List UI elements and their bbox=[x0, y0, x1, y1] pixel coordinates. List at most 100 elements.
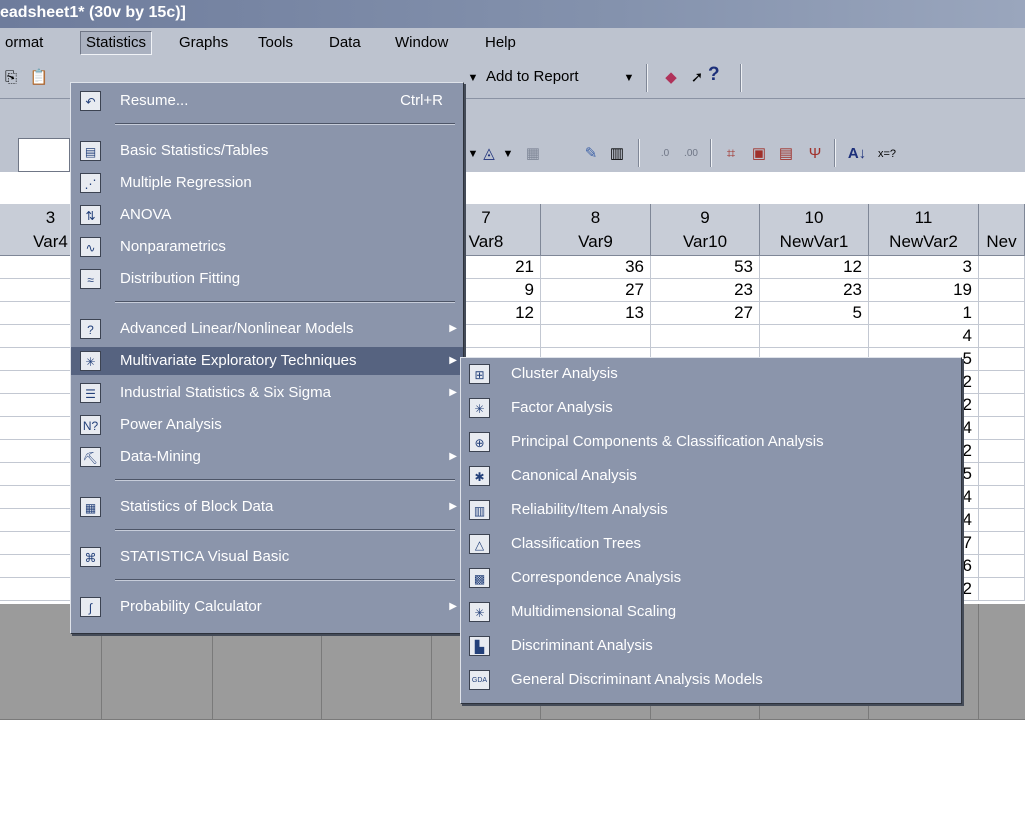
menu-item-data-mining[interactable]: ⛏ Data-Mining ▶ bbox=[71, 443, 463, 471]
menu-graphs[interactable]: Graphs bbox=[174, 32, 233, 54]
column-header[interactable]: Nev bbox=[979, 204, 1025, 256]
column-header[interactable]: 9 Var10 bbox=[651, 204, 760, 256]
add-to-report-dropdown-icon[interactable]: ▼ bbox=[618, 67, 640, 89]
menu-item-multidimensional-scaling[interactable]: ✳ Multidimensional Scaling bbox=[461, 598, 961, 626]
probability-calculator-icon: ∫ bbox=[80, 597, 101, 617]
menu-item-nonparametrics[interactable]: ∿ Nonparametrics bbox=[71, 233, 463, 261]
menu-item-label: Industrial Statistics & Six Sigma bbox=[120, 384, 331, 401]
menu-divider bbox=[115, 301, 455, 303]
menu-item-classification-trees[interactable]: △ Classification Trees bbox=[461, 530, 961, 558]
menu-item-visual-basic[interactable]: ⌘ STATISTICA Visual Basic bbox=[71, 543, 463, 571]
menu-item-distribution-fitting[interactable]: ≈ Distribution Fitting bbox=[71, 265, 463, 293]
table-cell[interactable] bbox=[979, 256, 1025, 279]
column-header[interactable]: 8 Var9 bbox=[541, 204, 651, 256]
cases-icon[interactable]: ▣ bbox=[748, 143, 770, 165]
table-cell[interactable] bbox=[979, 486, 1025, 509]
data-mining-icon: ⛏ bbox=[80, 447, 101, 467]
table-cell[interactable] bbox=[979, 555, 1025, 578]
table-cell[interactable] bbox=[979, 509, 1025, 532]
variable-expression-icon[interactable]: x=? bbox=[876, 143, 898, 165]
variable-specs-icon[interactable]: ▤ bbox=[775, 143, 797, 165]
table-cell[interactable] bbox=[979, 302, 1025, 325]
table-cell[interactable] bbox=[979, 532, 1025, 555]
dropdown-arrow-icon[interactable]: ▼ bbox=[462, 67, 484, 89]
menu-item-advanced-models[interactable]: ? Advanced Linear/Nonlinear Models ▶ bbox=[71, 315, 463, 343]
menu-item-basic-statistics[interactable]: ▤ Basic Statistics/Tables bbox=[71, 137, 463, 165]
menu-item-reliability[interactable]: ▥ Reliability/Item Analysis bbox=[461, 496, 961, 524]
menu-item-anova[interactable]: ⇅ ANOVA bbox=[71, 201, 463, 229]
menu-item-label: Power Analysis bbox=[120, 416, 222, 433]
add-to-report-button[interactable]: Add to Report bbox=[486, 68, 579, 85]
table-cell[interactable] bbox=[979, 463, 1025, 486]
table-cell[interactable]: 4 bbox=[869, 325, 979, 348]
reliability-icon: ▥ bbox=[469, 500, 490, 520]
table-cell[interactable]: 23 bbox=[760, 279, 869, 302]
table-cell[interactable] bbox=[760, 325, 869, 348]
table-cell[interactable] bbox=[651, 325, 760, 348]
column-header[interactable]: 10 NewVar1 bbox=[760, 204, 869, 256]
menu-help[interactable]: Help bbox=[480, 32, 521, 54]
menu-item-correspondence-analysis[interactable]: ▩ Correspondence Analysis bbox=[461, 564, 961, 592]
marker-icon[interactable]: ✎ bbox=[580, 143, 602, 165]
paste-icon[interactable]: 📋 bbox=[28, 67, 50, 89]
increase-decimal-icon[interactable]: .0 bbox=[654, 143, 676, 165]
case-names-icon[interactable]: Ψ bbox=[804, 143, 826, 165]
table-cell[interactable]: 13 bbox=[541, 302, 651, 325]
menu-item-regression[interactable]: ⋰ Multiple Regression bbox=[71, 169, 463, 197]
menu-item-label: Basic Statistics/Tables bbox=[120, 142, 269, 159]
decrease-decimal-icon[interactable]: .00 bbox=[680, 143, 702, 165]
factor-analysis-icon: ✳ bbox=[469, 398, 490, 418]
menu-divider bbox=[115, 529, 455, 531]
borders-icon[interactable]: ▦ bbox=[522, 143, 544, 165]
table-cell[interactable]: 53 bbox=[651, 256, 760, 279]
menu-item-gda-models[interactable]: GDA General Discriminant Analysis Models bbox=[461, 666, 961, 694]
table-cell[interactable]: 12 bbox=[760, 256, 869, 279]
table-cell[interactable] bbox=[541, 325, 651, 348]
menu-tools[interactable]: Tools bbox=[253, 32, 298, 54]
table-cell[interactable] bbox=[979, 371, 1025, 394]
menu-item-factor-analysis[interactable]: ✳ Factor Analysis bbox=[461, 394, 961, 422]
menu-item-power-analysis[interactable]: N? Power Analysis bbox=[71, 411, 463, 439]
table-cell[interactable] bbox=[979, 578, 1025, 601]
cell-name-box[interactable] bbox=[18, 138, 70, 172]
menu-item-probability-calculator[interactable]: ∫ Probability Calculator ▶ bbox=[71, 593, 463, 621]
variables-icon[interactable]: ⌗ bbox=[720, 143, 742, 165]
table-cell[interactable]: 1 bbox=[869, 302, 979, 325]
advanced-models-icon: ? bbox=[80, 319, 101, 339]
menu-item-cluster-analysis[interactable]: ⊞ Cluster Analysis bbox=[461, 360, 961, 388]
menu-item-industrial-statistics[interactable]: ☰ Industrial Statistics & Six Sigma ▶ bbox=[71, 379, 463, 407]
whats-this-help-icon[interactable]: ➚ bbox=[686, 67, 708, 89]
table-cell[interactable] bbox=[979, 440, 1025, 463]
table-cell[interactable] bbox=[979, 417, 1025, 440]
table-cell[interactable] bbox=[979, 325, 1025, 348]
grid-lines-icon[interactable]: ▥ bbox=[606, 143, 628, 165]
table-cell[interactable] bbox=[979, 279, 1025, 302]
menu-item-label: Discriminant Analysis bbox=[511, 637, 653, 654]
table-cell[interactable]: 19 bbox=[869, 279, 979, 302]
menu-item-label: Multivariate Exploratory Techniques bbox=[120, 352, 357, 369]
menu-item-multivariate[interactable]: ✳ Multivariate Exploratory Techniques ▶ bbox=[71, 347, 463, 375]
menu-item-block-data[interactable]: ▦ Statistics of Block Data ▶ bbox=[71, 493, 463, 521]
menu-item-principal-components[interactable]: ⊕ Principal Components & Classification A… bbox=[461, 428, 961, 456]
table-cell[interactable]: 23 bbox=[651, 279, 760, 302]
menu-data[interactable]: Data bbox=[324, 32, 366, 54]
book-icon[interactable]: ◆ bbox=[660, 67, 682, 89]
table-cell[interactable]: 36 bbox=[541, 256, 651, 279]
menu-item-discriminant-analysis[interactable]: ▙ Discriminant Analysis bbox=[461, 632, 961, 660]
copy-icon[interactable]: ⎘ bbox=[0, 67, 22, 89]
column-header[interactable]: 11 NewVar2 bbox=[869, 204, 979, 256]
fill-color-dropdown-icon[interactable]: ▼ bbox=[497, 143, 519, 165]
sort-icon[interactable]: A↓ bbox=[846, 143, 868, 165]
menu-item-resume[interactable]: ↶ Resume... Ctrl+R bbox=[71, 87, 463, 115]
table-cell[interactable]: 5 bbox=[760, 302, 869, 325]
submenu-arrow-icon: ▶ bbox=[449, 387, 457, 398]
table-cell[interactable] bbox=[979, 348, 1025, 371]
menu-window[interactable]: Window bbox=[390, 32, 453, 54]
table-cell[interactable]: 27 bbox=[541, 279, 651, 302]
menu-item-canonical-analysis[interactable]: ✱ Canonical Analysis bbox=[461, 462, 961, 490]
menu-format[interactable]: ormat bbox=[0, 32, 48, 54]
table-cell[interactable]: 3 bbox=[869, 256, 979, 279]
table-cell[interactable] bbox=[979, 394, 1025, 417]
table-cell[interactable]: 27 bbox=[651, 302, 760, 325]
menu-statistics[interactable]: Statistics bbox=[80, 31, 153, 55]
